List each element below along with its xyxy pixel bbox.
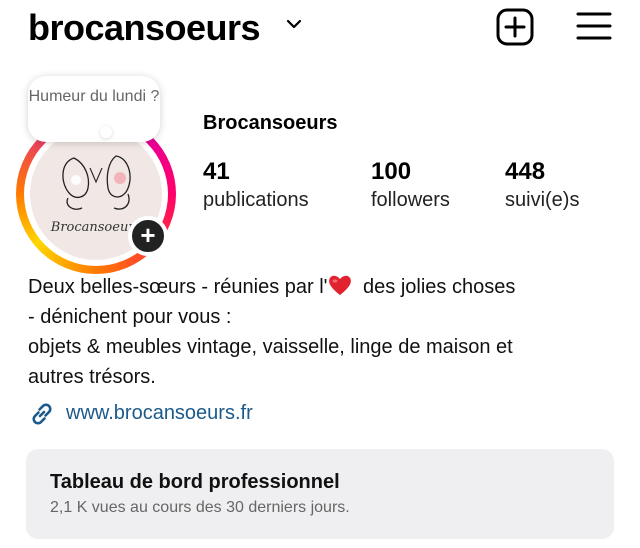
stat-following[interactable]: 448 suivi(e)s	[505, 158, 579, 214]
dashboard-subtitle: 2,1 K vues au cours des 30 derniers jour…	[50, 499, 350, 516]
dashboard-title: Tableau de bord professionnel	[50, 471, 340, 493]
stat-value: 448	[505, 158, 546, 185]
profile-bio: Deux belles-sœurs - réunies par l' des j…	[28, 272, 628, 392]
stat-label: suivi(e)s	[505, 189, 580, 211]
chevron-down-icon[interactable]	[286, 18, 302, 30]
stat-label: followers	[371, 189, 450, 211]
link-icon	[32, 403, 52, 425]
note-bubble-tail	[100, 126, 112, 138]
stat-publications[interactable]: 41 publications	[203, 158, 309, 214]
heart-icon	[329, 275, 352, 295]
bio-line: autres trésors.	[28, 366, 156, 388]
bio-line: Deux belles-sœurs - réunies par l' des j…	[28, 272, 628, 302]
stat-value: 100	[371, 158, 412, 185]
professional-dashboard-card[interactable]: Tableau de bord professionnel 2,1 K vues…	[26, 449, 614, 539]
hamburger-menu-icon[interactable]	[576, 10, 612, 42]
stat-label: publications	[203, 189, 309, 211]
plus-square-icon[interactable]	[496, 8, 534, 46]
bio-line: - dénichent pour vous :	[28, 306, 232, 328]
website-url[interactable]: www.brocansoeurs.fr	[66, 398, 253, 428]
stat-value: 41	[203, 158, 230, 185]
display-name: Brocansoeurs	[203, 112, 338, 134]
account-username[interactable]: brocansoeurs	[28, 6, 261, 50]
profile-header: brocansoeurs	[0, 0, 640, 56]
add-story-button[interactable]: +	[128, 216, 168, 256]
note-bubble[interactable]: Humeur du lundi ?	[28, 76, 160, 142]
bio-line: objets & meubles vintage, vaisselle, lin…	[28, 336, 513, 358]
stat-followers[interactable]: 100 followers	[371, 158, 450, 214]
